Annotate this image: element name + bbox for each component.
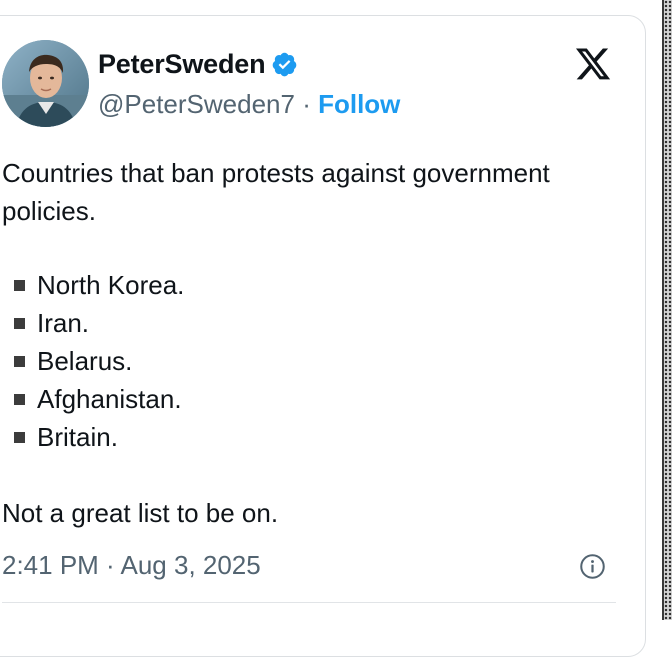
list-item: North Korea. [14,266,184,304]
follow-button[interactable]: Follow [318,89,400,119]
list-item: Afghanistan. [14,380,184,418]
tweet-timestamp[interactable]: 2:41 PM · Aug 3, 2025 [2,548,261,582]
list-item: Britain. [14,418,184,456]
divider [2,602,616,603]
list-item-label: Britain. [37,421,118,452]
info-icon[interactable] [579,553,606,580]
verified-badge-icon [271,51,298,78]
bullet-icon [14,431,25,443]
list-item-label: Belarus. [37,345,133,376]
list-item: Iran. [14,304,184,342]
handle-separator: · [302,89,319,119]
avatar[interactable] [2,40,89,127]
bullet-icon [14,279,25,291]
author-handle-row: @PeterSweden7 · Follow [98,88,400,120]
list-item-label: Iran. [37,307,90,338]
author-handle[interactable]: @PeterSweden7 [98,89,295,119]
bullet-icon [14,317,25,329]
x-logo-icon[interactable] [574,48,612,83]
list-item-label: North Korea. [37,269,185,300]
author-name-row[interactable]: PeterSweden [98,47,298,81]
tweet-intro-text: Countries that ban protests against gove… [2,158,550,226]
list-item: Belarus. [14,342,184,380]
tweet-closing-text: Not a great list to be on. [2,498,279,528]
author-display-name[interactable]: PeterSweden [98,47,266,81]
bullet-icon [14,393,25,405]
list-item-label: Afghanistan. [37,383,182,414]
bullet-icon [14,355,25,367]
tweet-country-list: North Korea. Iran. Belarus. Afghanistan.… [14,266,184,456]
photo-edge-strip [664,0,672,620]
